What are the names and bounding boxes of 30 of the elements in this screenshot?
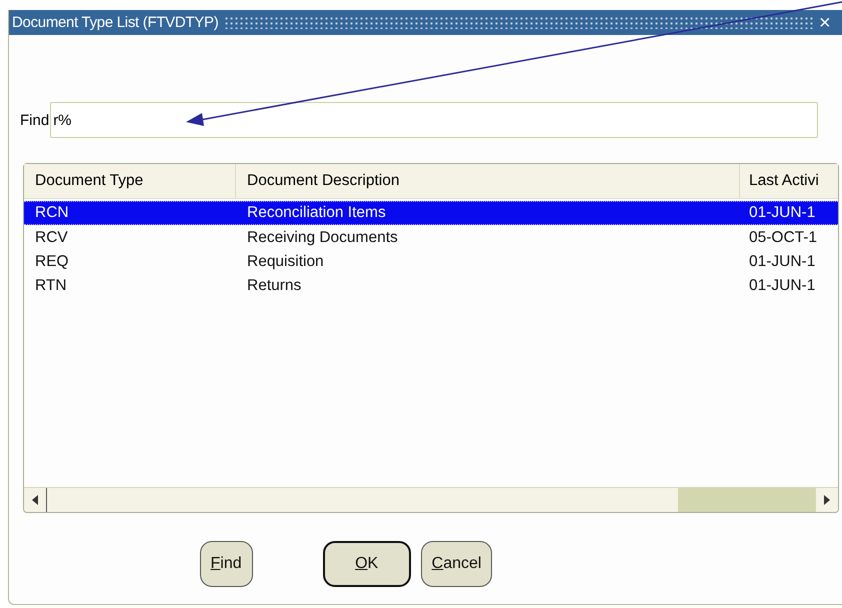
horizontal-scrollbar[interactable] bbox=[24, 487, 838, 512]
scroll-left-icon[interactable] bbox=[30, 494, 40, 506]
column-header[interactable]: Document Description bbox=[236, 164, 740, 198]
table-cell-text: Requisition bbox=[246, 253, 325, 271]
table-cell-text: Returns bbox=[246, 277, 302, 295]
table-cell-text: Receiving Documents bbox=[246, 229, 399, 247]
table-row[interactable]: RCV Receiving Documents 05-OCT-1 bbox=[24, 227, 838, 249]
table-row[interactable]: REQ Requisition 01-JUN-1 bbox=[24, 251, 838, 273]
table-row[interactable]: RTN Returns 01-JUN-1 bbox=[24, 275, 838, 297]
dialog-button[interactable]: OK bbox=[322, 541, 411, 587]
table-cell-text: 01-JUN-1 bbox=[748, 277, 816, 295]
window-title: Document Type List (FTVDTYP) bbox=[11, 14, 218, 31]
table-cell-text: REQ bbox=[34, 253, 70, 271]
field-label: Find bbox=[20, 112, 50, 128]
scrollbar-thumb[interactable] bbox=[678, 488, 816, 512]
close-button[interactable]: × bbox=[819, 12, 835, 32]
dialog-button[interactable]: Cancel bbox=[420, 541, 492, 587]
column-header[interactable]: Document Type bbox=[24, 164, 236, 198]
table-cell-text: RTN bbox=[34, 277, 68, 295]
table-cell-text: RCV bbox=[34, 229, 69, 247]
table-cell-text: RCN bbox=[34, 204, 70, 222]
dialog-button[interactable]: Find bbox=[200, 541, 253, 587]
table-cell-text: 01-JUN-1 bbox=[748, 204, 816, 222]
table-row[interactable]: RCN Reconciliation Items 01-JUN-1 bbox=[24, 201, 838, 225]
column-header[interactable]: Last Activi bbox=[740, 164, 838, 198]
table-cell-text: 05-OCT-1 bbox=[748, 229, 818, 247]
scroll-right-icon[interactable] bbox=[822, 494, 832, 506]
find-field[interactable]: r% bbox=[50, 102, 818, 138]
table-cell-text: 01-JUN-1 bbox=[748, 253, 816, 271]
table-cell-text: Reconciliation Items bbox=[246, 204, 387, 222]
